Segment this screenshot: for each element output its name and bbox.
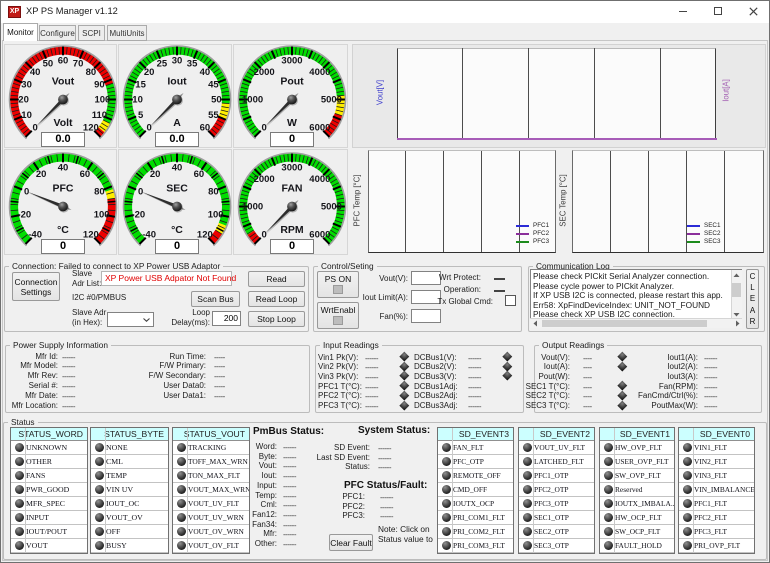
svg-text:50: 50 bbox=[43, 58, 54, 69]
svg-text:3000: 3000 bbox=[281, 162, 302, 173]
svg-text:100: 100 bbox=[94, 95, 110, 106]
svg-text:30: 30 bbox=[172, 55, 183, 66]
svg-text:-20: -20 bbox=[131, 209, 145, 220]
svg-text:4000: 4000 bbox=[309, 67, 330, 78]
svg-text:30: 30 bbox=[21, 80, 32, 91]
svg-text:60: 60 bbox=[194, 169, 205, 180]
svg-text:60: 60 bbox=[80, 169, 91, 180]
svg-text:100: 100 bbox=[208, 209, 224, 220]
svg-text:10: 10 bbox=[132, 95, 143, 106]
svg-text:Volt: Volt bbox=[53, 117, 73, 129]
svg-text:5: 5 bbox=[138, 110, 144, 121]
svg-text:0: 0 bbox=[32, 123, 37, 134]
svg-text:60: 60 bbox=[200, 123, 211, 134]
svg-text:70: 70 bbox=[73, 58, 84, 69]
svg-text:0: 0 bbox=[24, 187, 29, 198]
svg-text:90: 90 bbox=[94, 80, 105, 91]
svg-text:2000: 2000 bbox=[254, 67, 275, 78]
svg-text:120: 120 bbox=[83, 123, 99, 134]
svg-text:80: 80 bbox=[86, 67, 97, 78]
svg-text:25: 25 bbox=[157, 58, 168, 69]
svg-text:°C: °C bbox=[171, 224, 183, 236]
svg-text:2000: 2000 bbox=[254, 174, 275, 185]
svg-text:Vout: Vout bbox=[52, 76, 75, 88]
svg-text:80: 80 bbox=[94, 187, 105, 198]
svg-text:4000: 4000 bbox=[309, 174, 330, 185]
svg-text:5000: 5000 bbox=[321, 95, 342, 106]
svg-text:0: 0 bbox=[138, 187, 143, 198]
svg-text:°C: °C bbox=[57, 224, 69, 236]
svg-text:55: 55 bbox=[208, 110, 219, 121]
svg-text:Pout: Pout bbox=[280, 76, 304, 88]
svg-text:1000: 1000 bbox=[242, 202, 263, 213]
svg-text:-40: -40 bbox=[28, 230, 42, 241]
svg-text:0: 0 bbox=[261, 230, 266, 241]
svg-text:50: 50 bbox=[211, 95, 222, 106]
svg-text:40: 40 bbox=[200, 67, 211, 78]
svg-text:110: 110 bbox=[92, 110, 107, 121]
svg-text:RPM: RPM bbox=[280, 224, 304, 236]
svg-text:20: 20 bbox=[144, 67, 155, 78]
svg-text:15: 15 bbox=[135, 80, 146, 91]
svg-text:W: W bbox=[287, 117, 297, 129]
svg-text:40: 40 bbox=[58, 162, 69, 173]
svg-text:100: 100 bbox=[94, 209, 110, 220]
svg-text:3000: 3000 bbox=[281, 55, 302, 66]
svg-text:120: 120 bbox=[197, 230, 213, 241]
svg-text:35: 35 bbox=[187, 58, 198, 69]
svg-text:Iout: Iout bbox=[167, 76, 187, 88]
svg-text:40: 40 bbox=[30, 67, 41, 78]
svg-text:5000: 5000 bbox=[321, 202, 342, 213]
svg-text:PFC: PFC bbox=[53, 183, 74, 195]
svg-text:1000: 1000 bbox=[242, 95, 263, 106]
svg-text:120: 120 bbox=[83, 230, 99, 241]
svg-text:10: 10 bbox=[21, 110, 32, 121]
svg-text:60: 60 bbox=[58, 55, 69, 66]
svg-text:A: A bbox=[173, 117, 181, 129]
svg-text:45: 45 bbox=[208, 80, 219, 91]
svg-text:SEC: SEC bbox=[166, 183, 188, 195]
svg-text:20: 20 bbox=[150, 169, 161, 180]
svg-text:20: 20 bbox=[18, 95, 29, 106]
svg-text:-40: -40 bbox=[142, 230, 156, 241]
svg-text:0: 0 bbox=[146, 123, 151, 134]
svg-text:20: 20 bbox=[36, 169, 47, 180]
svg-text:FAN: FAN bbox=[282, 183, 303, 195]
svg-text:0: 0 bbox=[261, 123, 266, 134]
svg-text:-20: -20 bbox=[17, 209, 31, 220]
svg-text:40: 40 bbox=[172, 162, 183, 173]
svg-text:80: 80 bbox=[208, 187, 219, 198]
